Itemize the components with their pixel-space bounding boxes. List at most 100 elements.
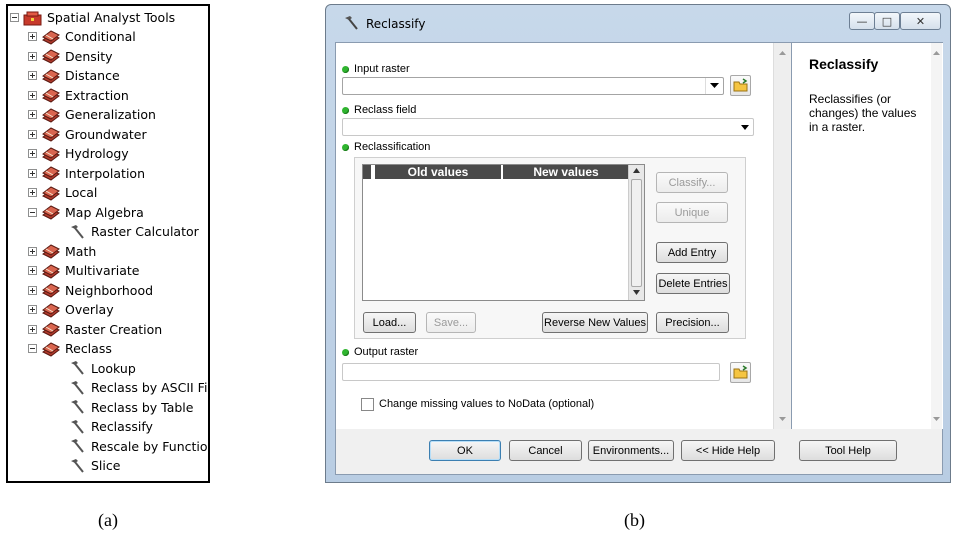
reclass-table[interactable]: Old values New values [362, 164, 645, 301]
toolset-math[interactable]: Math [28, 242, 96, 261]
tree-item-label: Reclassify [91, 419, 153, 434]
precision-button[interactable]: Precision... [656, 312, 729, 333]
toolset-icon [42, 127, 60, 142]
expand-icon[interactable] [28, 168, 37, 178]
chevron-down-icon[interactable] [705, 78, 723, 94]
cancel-button[interactable]: Cancel [509, 440, 582, 461]
delete-entries-button[interactable]: Delete Entries [656, 273, 730, 294]
collapse-icon[interactable] [10, 13, 19, 22]
help-title: Reclassify [809, 56, 879, 72]
browse-input-button[interactable] [730, 75, 751, 96]
maximize-button[interactable]: □ [874, 12, 900, 30]
input-raster-field[interactable] [342, 77, 724, 95]
help-scrollbar[interactable] [931, 43, 942, 429]
toolset-multivariate[interactable]: Multivariate [28, 261, 139, 280]
unique-button[interactable]: Unique [656, 202, 728, 223]
toolset-neighborhood[interactable]: Neighborhood [28, 281, 153, 300]
tree-item-label: Reclass by Table [91, 399, 194, 415]
toolset-local[interactable]: Local [28, 183, 97, 202]
title-bar[interactable]: Reclassify — □ ✕ [326, 5, 950, 41]
collapse-icon[interactable] [28, 207, 37, 217]
tool-reclass-by-ascii-file[interactable]: Reclass by ASCII File [68, 378, 208, 397]
toolset-interpolation[interactable]: Interpolation [28, 164, 145, 183]
required-dot-icon [342, 143, 349, 151]
hammer-icon [345, 16, 358, 30]
parameters-scrollbar[interactable] [773, 43, 790, 429]
reverse-new-values-button[interactable]: Reverse New Values [542, 312, 648, 333]
environments-button[interactable]: Environments... [588, 440, 674, 461]
column-new-values[interactable]: New values [501, 165, 629, 179]
expand-icon[interactable] [28, 188, 37, 197]
nodata-checkbox[interactable] [361, 398, 374, 411]
toolset-extraction[interactable]: Extraction [28, 86, 129, 105]
toolset-map-algebra[interactable]: Map Algebra [28, 203, 144, 222]
expand-icon[interactable] [28, 129, 37, 139]
toolset-icon [42, 49, 60, 64]
scroll-up-icon[interactable] [633, 168, 640, 173]
reclass-field-select[interactable] [342, 118, 754, 136]
scroll-thumb[interactable] [631, 179, 642, 287]
reclassification-label: Reclassification [354, 141, 431, 153]
expand-icon[interactable] [28, 90, 37, 100]
scroll-down-icon[interactable] [779, 417, 786, 421]
required-dot-icon [342, 348, 349, 356]
save-button[interactable]: Save... [426, 312, 476, 333]
tool-reclassify[interactable]: Reclassify [68, 417, 153, 436]
toolset-icon [42, 185, 60, 201]
output-raster-field[interactable] [342, 363, 720, 381]
expand-icon[interactable] [28, 32, 37, 41]
toolset-generalization[interactable]: Generalization [28, 105, 156, 124]
toolset-overlay[interactable]: Overlay [28, 300, 114, 319]
column-old-values[interactable]: Old values [373, 165, 501, 179]
minimize-button[interactable]: — [849, 12, 875, 30]
tree-item-label: Multivariate [65, 263, 140, 278]
collapse-icon[interactable] [28, 344, 37, 353]
expand-icon[interactable] [28, 324, 37, 334]
tool-lookup[interactable]: Lookup [68, 359, 136, 378]
toolset-hydrology[interactable]: Hydrology [28, 144, 129, 163]
dialog-client: Input raster Reclass field Reclassificat… [335, 42, 943, 475]
expand-icon[interactable] [28, 110, 37, 119]
toolset-conditional[interactable]: Conditional [28, 27, 136, 46]
tree-item-label: Neighborhood [65, 282, 154, 298]
browse-output-button[interactable] [730, 362, 751, 383]
expand-icon[interactable] [28, 71, 37, 80]
expand-icon[interactable] [28, 149, 37, 158]
expand-icon[interactable] [28, 285, 37, 295]
tool-reclass-by-table[interactable]: Reclass by Table [68, 398, 193, 417]
add-entry-button[interactable]: Add Entry [656, 242, 728, 263]
load-button[interactable]: Load... [363, 312, 416, 333]
expand-icon[interactable] [28, 305, 37, 314]
required-dot-icon [342, 106, 349, 114]
expand-icon[interactable] [28, 246, 37, 256]
hide-help-button[interactable]: << Hide Help [681, 440, 775, 461]
scroll-up-icon[interactable] [933, 51, 940, 55]
close-icon: ✕ [915, 14, 926, 28]
caption-b: (b) [624, 510, 645, 530]
toolset-icon [42, 283, 60, 298]
tool-slice[interactable]: Slice [68, 456, 120, 475]
chevron-down-icon[interactable] [736, 119, 753, 135]
toolset-reclass[interactable]: Reclass [28, 339, 112, 358]
tool-rescale-by-function[interactable]: Rescale by Function [68, 437, 208, 456]
toolset-density[interactable]: Density [28, 47, 113, 66]
toolset-raster-creation[interactable]: Raster Creation [28, 320, 162, 339]
toolset-distance[interactable]: Distance [28, 66, 120, 85]
close-button[interactable]: ✕ [900, 12, 941, 30]
scroll-up-icon[interactable] [779, 51, 786, 55]
toolset-icon [42, 244, 60, 259]
toolset-groundwater[interactable]: Groundwater [28, 125, 147, 144]
toolset-icon [42, 322, 60, 337]
tree-root-node[interactable]: Spatial Analyst Tools [10, 8, 175, 27]
table-scrollbar[interactable] [628, 165, 644, 300]
expand-icon[interactable] [28, 266, 37, 275]
scroll-down-icon[interactable] [633, 290, 640, 295]
hammer-icon [71, 458, 84, 473]
scroll-down-icon[interactable] [933, 417, 940, 421]
classify-button[interactable]: Classify... [656, 172, 728, 193]
ok-button[interactable]: OK [429, 440, 501, 461]
tool-help-button[interactable]: Tool Help [799, 440, 897, 461]
tool-raster-calculator[interactable]: Raster Calculator [68, 222, 199, 241]
hammer-icon [71, 361, 84, 375]
expand-icon[interactable] [28, 51, 37, 61]
